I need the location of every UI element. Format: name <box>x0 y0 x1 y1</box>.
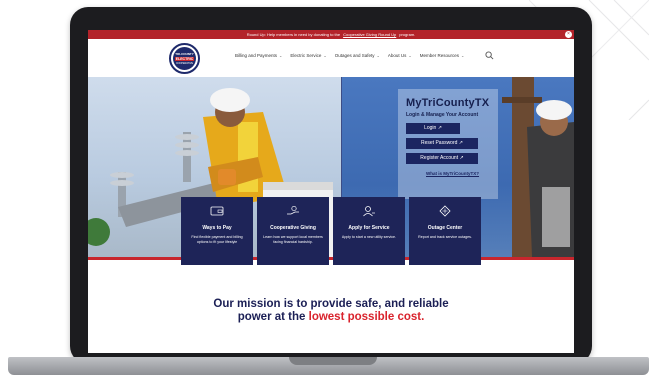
nav-item-member-resources[interactable]: Member Resources ⌄ <box>420 53 465 58</box>
card-cooperative-giving[interactable]: Cooperative Giving Learn how we support … <box>257 197 329 265</box>
card-outage-center[interactable]: Outage Center Report and track service o… <box>409 197 481 265</box>
mission-statement: Our mission is to provide safe, and reli… <box>88 298 574 324</box>
register-account-button[interactable]: Register Account ↗ <box>406 153 478 164</box>
register-account-label: Register Account <box>420 155 459 161</box>
logo-top-text: TRI-COUNTY <box>175 52 194 56</box>
main-navigation: TRI-COUNTY ELECTRIC COOPERATIVE Billing … <box>88 39 574 77</box>
card-title: Ways to Pay <box>202 225 232 231</box>
login-card: MyTriCountyTX Login & Manage Your Accoun… <box>398 89 498 199</box>
announcement-suffix: program. <box>399 32 416 37</box>
card-description: Find flexible payment and billing option… <box>191 235 243 244</box>
nav-item-label: Outages and Safety <box>334 53 375 58</box>
announcement-bar: Round Up: Help members in need by donati… <box>88 30 574 39</box>
outage-icon <box>439 205 451 217</box>
announcement-link[interactable]: Cooperative Giving Round Up <box>343 32 396 37</box>
login-button-label: Login <box>424 125 437 131</box>
nav-item-billing[interactable]: Billing and Payments ⌄ <box>235 53 282 58</box>
mission-line-2: power at the lowest possible cost. <box>88 311 574 324</box>
nav-item-label: Member Resources <box>419 53 460 58</box>
what-is-mytricountytx-link[interactable]: What is MyTriCountyTX? <box>406 171 492 176</box>
card-title: Cooperative Giving <box>270 225 316 231</box>
logo-mid-text: ELECTRIC <box>174 57 195 61</box>
chevron-down-icon: ⌄ <box>461 53 465 58</box>
chevron-down-icon: ⌄ <box>408 53 412 58</box>
site-logo[interactable]: TRI-COUNTY ELECTRIC COOPERATIVE <box>169 43 200 74</box>
reset-password-label: Reset Password <box>421 140 458 146</box>
chevron-down-icon: ⌄ <box>279 53 283 58</box>
card-description: Apply to start a new utility service. <box>341 235 397 239</box>
wallet-icon <box>210 206 224 216</box>
card-ways-to-pay[interactable]: Ways to Pay Find flexible payment and bi… <box>181 197 253 265</box>
nav-item-label: About Us <box>387 53 407 58</box>
chevron-down-icon: ⌄ <box>323 53 327 58</box>
nav-item-electric-service[interactable]: Electric Service ⌄ <box>290 53 326 58</box>
mission-line-1: Our mission is to provide safe, and reli… <box>213 298 449 310</box>
search-icon[interactable] <box>485 51 494 60</box>
close-icon[interactable]: × <box>565 31 572 38</box>
feature-cards: Ways to Pay Find flexible payment and bi… <box>181 197 481 265</box>
card-title: Outage Center <box>427 225 463 231</box>
nav-item-label: Billing and Payments <box>235 53 278 58</box>
login-buttons: Login ↗ Reset Password ↗ Register Accoun… <box>406 123 492 164</box>
card-description: Learn how we support local members facin… <box>263 235 323 244</box>
user-apply-icon <box>363 206 375 217</box>
card-description: Report and track service outages. <box>418 235 472 239</box>
card-apply-for-service[interactable]: Apply for Service Apply to start a new u… <box>333 197 405 265</box>
logo-badge: TRI-COUNTY ELECTRIC COOPERATIVE <box>173 47 196 70</box>
card-title: Apply for Service <box>348 225 390 231</box>
laptop-screen: Round Up: Help members in need by donati… <box>88 30 574 353</box>
reset-password-button[interactable]: Reset Password ↗ <box>406 138 478 149</box>
nav-item-outages[interactable]: Outages and Safety ⌄ <box>335 53 380 58</box>
nav-menu: Billing and Payments ⌄ Electric Service … <box>235 53 464 58</box>
login-subtitle: Login & Manage Your Account <box>406 112 479 118</box>
logo-bottom-text: COOPERATIVE <box>175 62 194 65</box>
mission-highlight: lowest possible cost. <box>308 311 425 323</box>
laptop-notch <box>289 357 377 365</box>
nav-item-about[interactable]: About Us ⌄ <box>388 53 412 58</box>
chevron-down-icon: ⌄ <box>376 53 380 58</box>
login-button[interactable]: Login ↗ <box>406 123 460 134</box>
mission-line-2-prefix: power at the <box>237 311 309 323</box>
giving-hand-icon <box>287 205 299 215</box>
login-title: MyTriCountyTX <box>406 97 490 109</box>
announcement-text: Round Up: Help members in need by donati… <box>246 32 341 37</box>
nav-item-label: Electric Service <box>290 53 322 58</box>
